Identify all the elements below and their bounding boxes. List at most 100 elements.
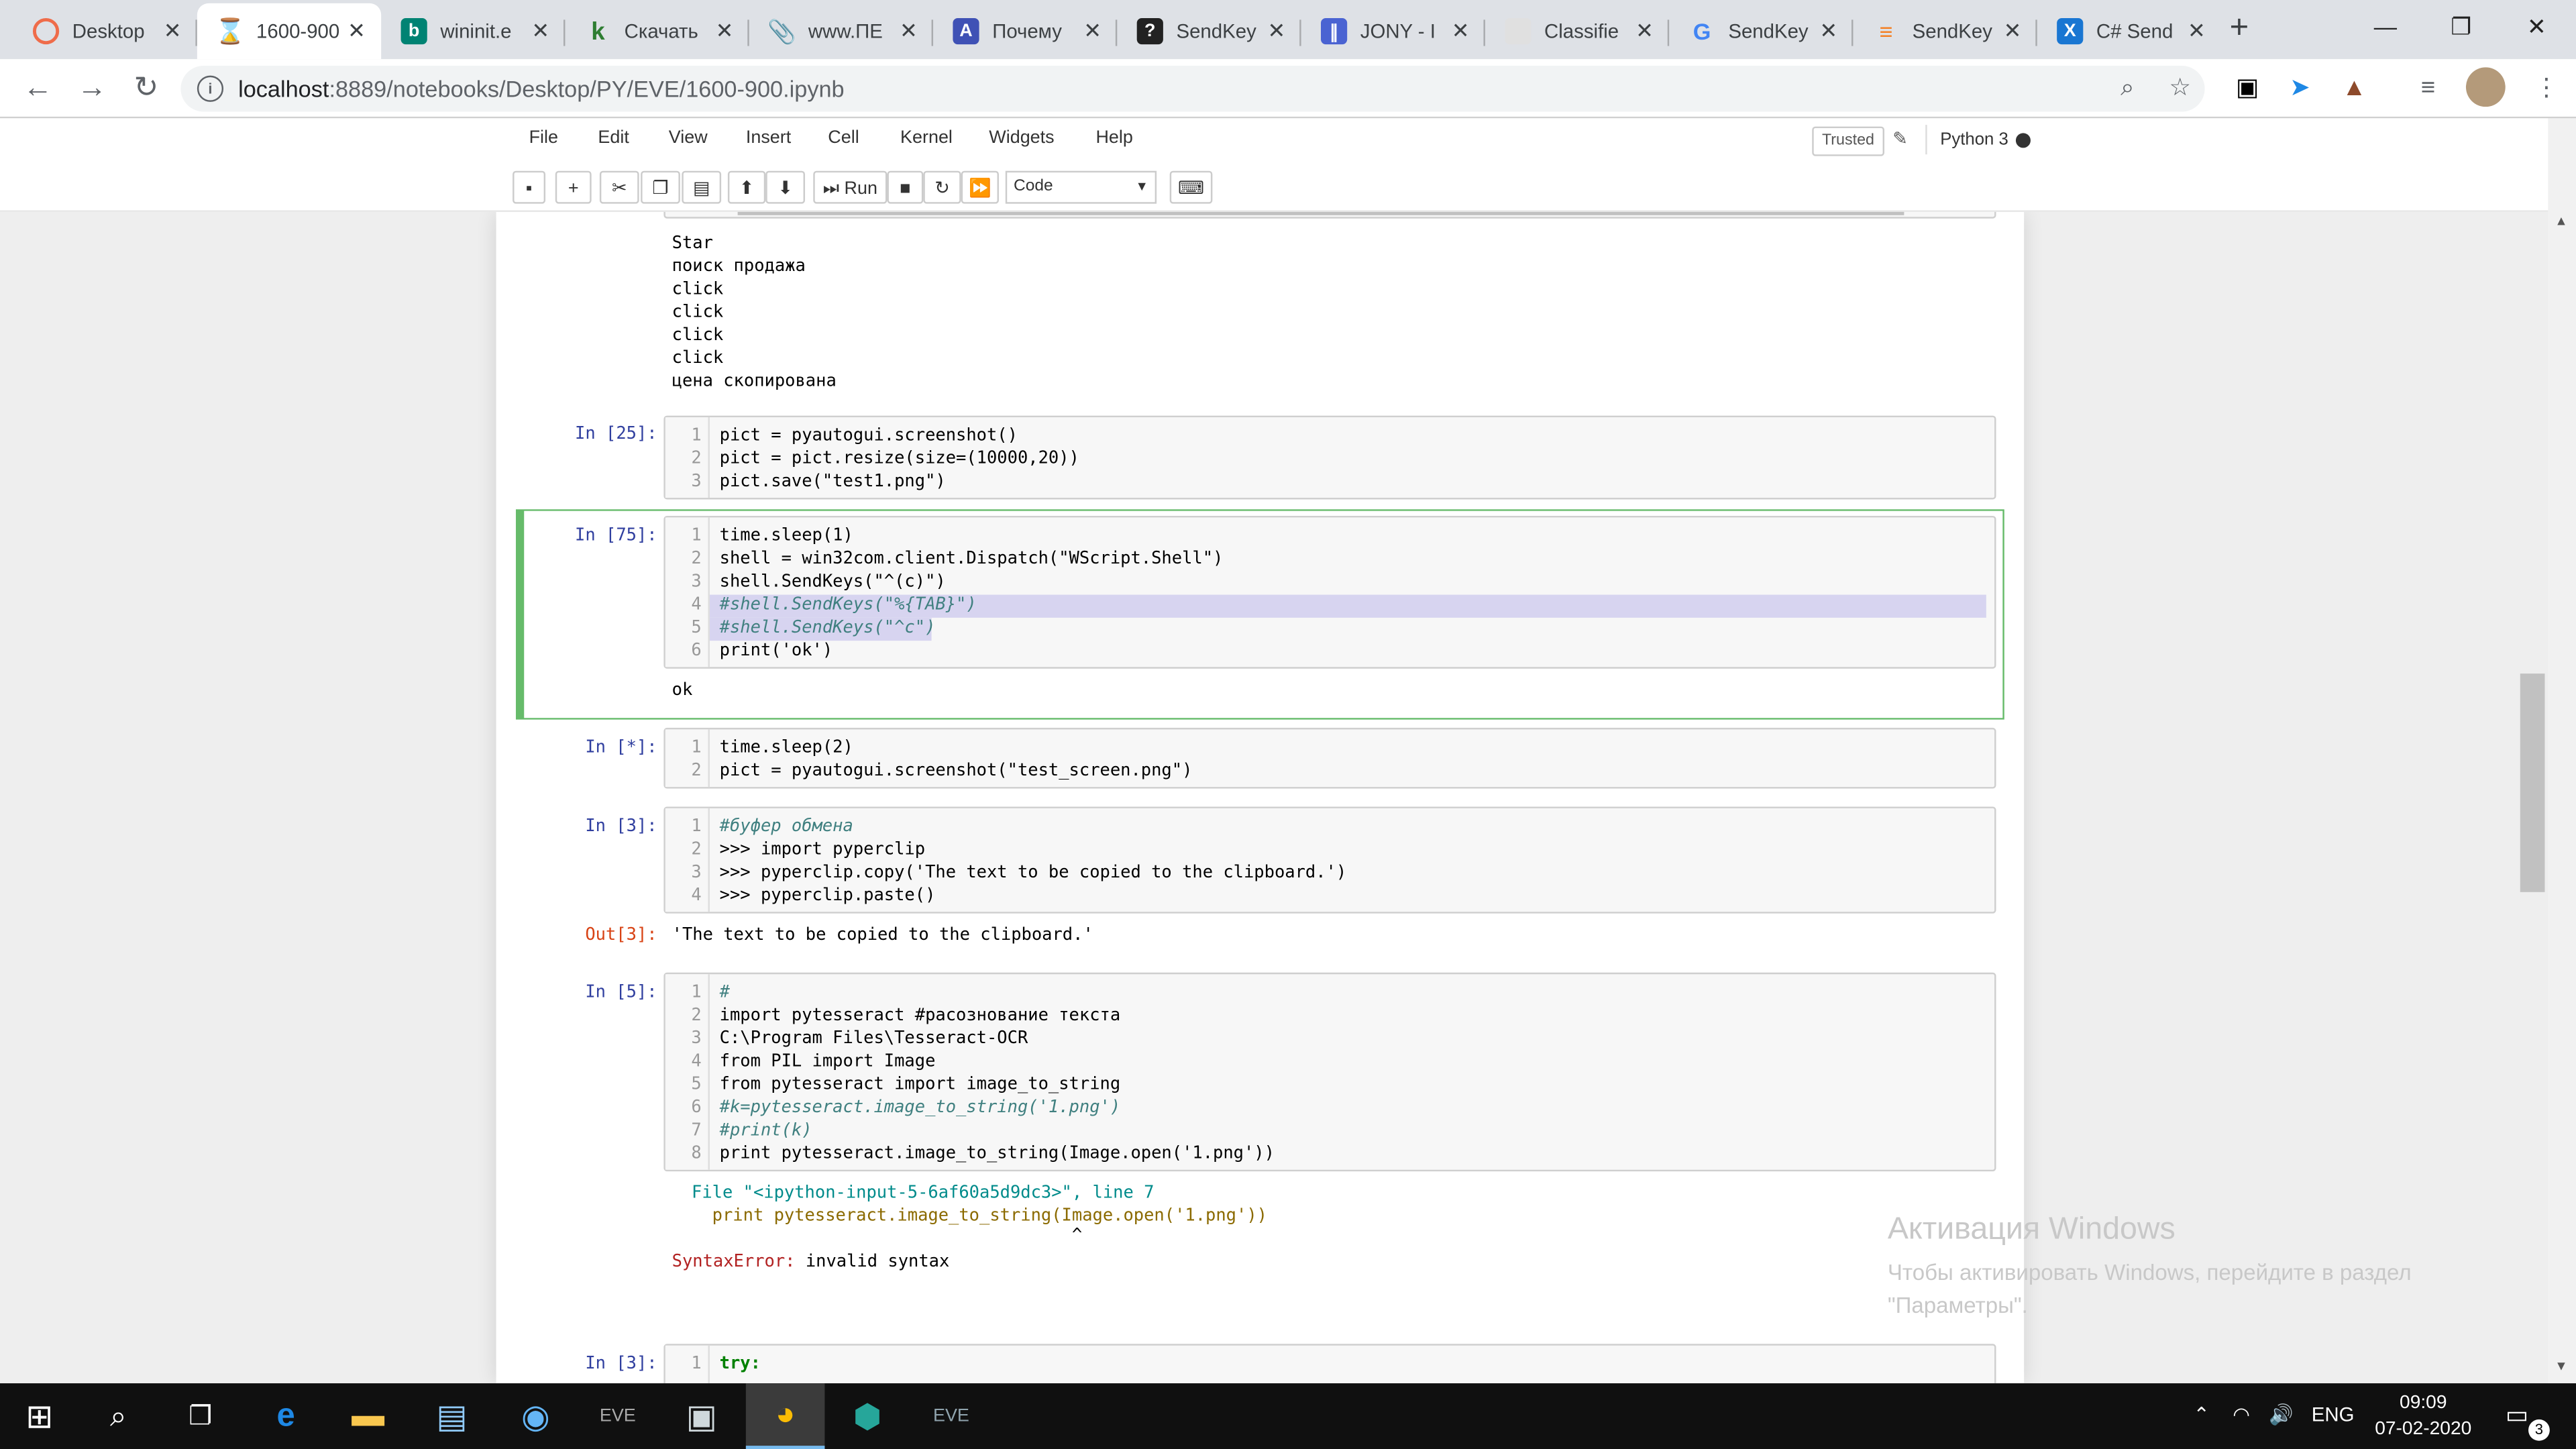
close-tab-icon[interactable]: ✕ (710, 18, 739, 44)
task-view-icon[interactable]: ❐ (161, 1383, 240, 1449)
edge-icon[interactable]: e (246, 1383, 325, 1449)
close-tab-icon[interactable]: ✕ (894, 18, 923, 44)
profile-avatar[interactable] (2465, 67, 2506, 107)
restore-window-icon[interactable]: ❐ (2423, 0, 2499, 52)
save-icon[interactable]: ▪ (513, 170, 546, 204)
page-scrollbar[interactable]: ▲ ▼ (2548, 118, 2576, 1384)
show-hidden-icons-icon[interactable]: ⌃ (2193, 1403, 2210, 1426)
code-cell-input[interactable]: 1 2 time.sleep(2) pict = pyautogui.scree… (663, 727, 1996, 789)
browser-tab-3[interactable]: b wininit.e ✕ (381, 3, 566, 59)
menu-help[interactable]: Help (1095, 128, 1132, 148)
line-number: 2 (691, 760, 702, 781)
reload-icon[interactable]: ↻ (128, 69, 164, 105)
copy-icon[interactable]: ❐ (641, 170, 680, 204)
document-app-icon[interactable]: ▤ (413, 1383, 492, 1449)
browser-tab-8[interactable]: ∥ JONY - I ✕ (1301, 3, 1485, 59)
browser-tab-11[interactable]: ≡ SendKey ✕ (1853, 3, 2037, 59)
browser-tab-7[interactable]: ? SendKey ✕ (1117, 3, 1301, 59)
menu-kernel[interactable]: Kernel (900, 128, 953, 148)
address-bar[interactable]: i localhost:8889/notebooks/Desktop/PY/EV… (180, 65, 2205, 112)
cut-icon[interactable]: ✂ (599, 170, 639, 204)
restart-icon[interactable]: ↻ (923, 170, 961, 204)
browser-tab-1[interactable]: Desktop ✕ (13, 3, 197, 59)
site-info-icon[interactable]: i (197, 75, 224, 102)
zoom-icon[interactable]: ⌕ (2111, 72, 2144, 105)
chrome-taskbar-icon[interactable]: ◕ (745, 1383, 825, 1449)
new-tab-plus-icon[interactable]: + (2221, 11, 2257, 48)
browser-tab-4[interactable]: k Скачать ✕ (565, 3, 749, 59)
move-up-icon[interactable]: ⬆ (727, 170, 766, 204)
system-clock[interactable]: 09:09 07-02-2020 (2371, 1390, 2476, 1442)
back-arrow-icon[interactable]: ← (19, 69, 56, 105)
chrome-menu-icon[interactable]: ⋮ (2530, 72, 2563, 105)
scroll-up-arrow-icon[interactable]: ▲ (2555, 213, 2567, 228)
file-explorer-icon[interactable]: ▬ (329, 1383, 408, 1449)
menu-edit[interactable]: Edit (598, 128, 629, 148)
extension-glasses-icon[interactable]: ▣ (2231, 72, 2264, 105)
search-icon[interactable]: ⌕ (79, 1383, 158, 1449)
restart-run-all-icon[interactable]: ⏩ (961, 170, 999, 204)
close-tab-icon[interactable]: ✕ (158, 18, 187, 44)
code-cell-input[interactable]: 1 2 3 pict = pyautogui.screenshot() pict… (663, 415, 1996, 500)
scroll-down-arrow-icon[interactable]: ▼ (2555, 1358, 2567, 1373)
close-window-icon[interactable]: ✕ (2499, 0, 2575, 52)
tab-title: 1600-900 (256, 19, 340, 43)
paste-icon[interactable]: ▤ (682, 170, 722, 204)
headset-app-icon[interactable]: ◉ (496, 1383, 576, 1449)
code-cell-input-partial[interactable] (663, 211, 1996, 219)
horizontal-scrollbar[interactable] (737, 211, 1904, 215)
notification-center-icon[interactable]: ▭ (2506, 1400, 2529, 1430)
close-tab-icon[interactable]: ✕ (526, 18, 555, 44)
volume-icon[interactable]: 🔊 (2269, 1403, 2294, 1426)
cell-type-select[interactable]: Code ▼ (1005, 170, 1157, 204)
close-tab-icon[interactable]: ✕ (341, 18, 371, 44)
close-tab-icon[interactable]: ✕ (1446, 18, 1475, 44)
code-cell-input[interactable]: 1 2 3 4 5 6 7 8 # import pytesseract #ра… (663, 972, 1996, 1172)
close-tab-icon[interactable]: ✕ (1078, 18, 1108, 44)
extension-hat-icon[interactable]: ▲ (2338, 72, 2371, 105)
minimize-window-icon[interactable]: — (2348, 0, 2424, 52)
bookmark-star-icon[interactable]: ☆ (2163, 72, 2196, 105)
menu-cell[interactable]: Cell (828, 128, 859, 148)
menu-file[interactable]: File (529, 128, 558, 148)
browser-tab-12[interactable]: X C# Send ✕ (2037, 3, 2221, 59)
browser-tab-10[interactable]: G SendKey ✕ (1669, 3, 1854, 59)
windows-start-icon[interactable]: ⊞ (0, 1383, 79, 1449)
scrollbar-thumb[interactable] (2520, 674, 2545, 892)
run-button[interactable]: ⏭ Run (813, 170, 888, 204)
move-down-icon[interactable]: ⬇ (765, 170, 806, 204)
close-tab-icon[interactable]: ✕ (1629, 18, 1659, 44)
interrupt-icon[interactable]: ■ (887, 170, 924, 204)
code-cell-input[interactable]: 1 try: (663, 1344, 1996, 1384)
url-text[interactable]: localhost:8889/notebooks/Desktop/PY/EVE/… (238, 76, 845, 102)
eve-launcher-icon[interactable]: EVE (578, 1383, 657, 1449)
browser-tab-2-active[interactable]: ⌛ 1600-900 ✕ (197, 3, 382, 60)
close-tab-icon[interactable]: ✕ (1262, 18, 1291, 44)
close-tab-icon[interactable]: ✕ (1814, 18, 1843, 44)
close-tab-icon[interactable]: ✕ (1998, 18, 2027, 44)
code-cell-input[interactable]: 1 2 3 4 5 6 time.sleep(1) shell = win32c… (663, 515, 1996, 669)
extension-arrow-icon[interactable]: ➤ (2284, 72, 2316, 105)
forward-arrow-icon[interactable]: → (74, 69, 110, 105)
add-cell-icon[interactable]: + (555, 170, 592, 204)
eve-client-icon[interactable]: EVE (912, 1383, 991, 1449)
wifi-icon[interactable]: ◠ (2233, 1403, 2250, 1426)
keyboard-icon[interactable]: ⌨ (1169, 170, 1213, 204)
browser-tab-9[interactable]: Classifie ✕ (1485, 3, 1670, 59)
media-control-icon[interactable]: ≡ (2412, 72, 2445, 105)
browser-tab-6[interactable]: A Почему ✕ (933, 3, 1118, 59)
trusted-badge[interactable]: Trusted (1812, 126, 1884, 156)
code-line: print('ok') (719, 641, 833, 661)
language-indicator[interactable]: ENG (2312, 1403, 2355, 1426)
browser-tab-5[interactable]: 📎 www.ПЕ ✕ (749, 3, 934, 59)
edit-pencil-icon[interactable]: ✎ (1892, 128, 1908, 149)
close-tab-icon[interactable]: ✕ (2182, 18, 2211, 44)
monitor-app-icon[interactable]: ▣ (662, 1383, 741, 1449)
code-cell-input[interactable]: 1 2 3 4 #буфер обмена >>> import pypercl… (663, 806, 1996, 914)
menu-insert[interactable]: Insert (746, 128, 791, 148)
run-icon: ⏭ (822, 178, 840, 199)
kernel-name[interactable]: Python 3 (1925, 125, 2008, 155)
menu-view[interactable]: View (669, 128, 708, 148)
hex-app-icon[interactable]: ⬢ (828, 1383, 907, 1449)
menu-widgets[interactable]: Widgets (989, 128, 1054, 148)
